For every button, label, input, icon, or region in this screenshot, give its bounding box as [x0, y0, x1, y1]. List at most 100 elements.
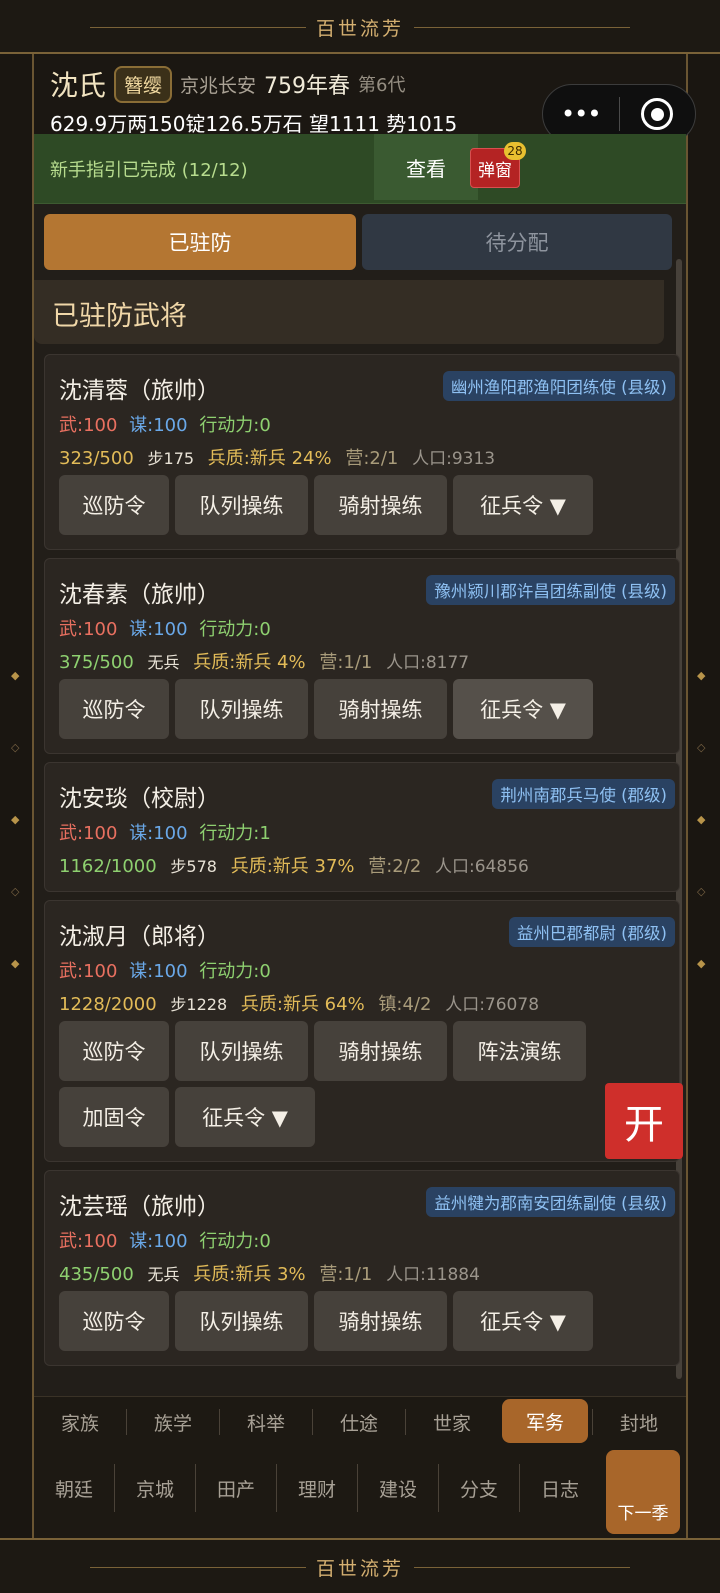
general-stats: 武:100 谋:100 行动力:1	[59, 819, 271, 845]
archery-drill-button[interactable]: 骑射操练	[314, 1021, 447, 1081]
next-season-button[interactable]: 下一季	[606, 1450, 680, 1534]
nav-court[interactable]: 朝廷	[34, 1466, 114, 1510]
general-stats: 武:100 谋:100 行动力:0	[59, 957, 271, 983]
nav-military[interactable]: 军务	[502, 1399, 588, 1443]
close-target-icon[interactable]	[620, 98, 696, 130]
strategy-stat: 谋:100	[129, 823, 188, 844]
rank-badge[interactable]: 簪缨	[114, 65, 173, 103]
title-rule-right	[414, 1567, 631, 1568]
general-name: 沈春素（旅帅）	[59, 582, 220, 608]
general-name: 沈安琰（校尉）	[59, 786, 220, 812]
nav-noble-houses[interactable]: 世家	[406, 1403, 498, 1441]
bottom-title-bar: 百世流芳	[0, 1538, 720, 1593]
title-rule-left	[90, 1567, 306, 1568]
patrol-order-button[interactable]: 巡防令	[59, 475, 169, 535]
troop-quality: 兵质:新兵 64%	[240, 994, 365, 1015]
martial-stat: 武:100	[59, 1231, 118, 1252]
nav-clan-school[interactable]: 族学	[127, 1403, 219, 1441]
archery-drill-button[interactable]: 骑射操练	[314, 1291, 447, 1351]
more-icon[interactable]: •••	[543, 100, 619, 128]
formation-drill-button[interactable]: 队列操练	[175, 1291, 308, 1351]
patrol-order-button[interactable]: 巡防令	[59, 1291, 169, 1351]
camp-count: 镇:4/2	[378, 994, 432, 1015]
soldier-type: 步1228	[170, 995, 228, 1014]
generation: 第6代	[358, 75, 406, 96]
troop-info: 375/500 无兵 兵质:新兵 4% 营:1/1 人口:8177	[59, 648, 469, 674]
strategy-stat: 谋:100	[129, 619, 188, 640]
tab-pending[interactable]: 待分配	[362, 214, 672, 270]
open-fab-button[interactable]: 开	[605, 1083, 683, 1159]
soldier-type: 步578	[170, 857, 217, 876]
section-header: 已驻防武将	[34, 280, 664, 344]
nav-row-secondary: 朝廷 京城 田产 理财 建设 分支 日志 下一季	[34, 1446, 686, 1538]
formation-drill-button[interactable]: 队列操练	[175, 1021, 308, 1081]
nav-capital[interactable]: 京城	[115, 1466, 195, 1510]
nav-estates[interactable]: 田产	[196, 1466, 276, 1510]
nav-fief[interactable]: 封地	[593, 1403, 685, 1441]
action-points: 行动力:0	[199, 1231, 271, 1252]
general-stats: 武:100 谋:100 行动力:0	[59, 1227, 271, 1253]
formation-drill-button[interactable]: 队列操练	[175, 679, 308, 739]
right-ornament: ◆ ◇ ◆ ◇ ◆	[697, 669, 706, 970]
archery-drill-button[interactable]: 骑射操练	[314, 679, 447, 739]
patrol-order-button[interactable]: 巡防令	[59, 1021, 169, 1081]
troop-count: 1162/1000	[59, 856, 157, 877]
resources-line: 629.9万两150锭126.5万石 望1111 势1015	[50, 112, 458, 136]
conscription-dropdown[interactable]: 征兵令 ▼	[453, 1291, 593, 1351]
action-points: 行动力:1	[199, 823, 271, 844]
view-button[interactable]: 查看	[374, 134, 478, 200]
camp-count: 营:1/1	[319, 1264, 373, 1285]
general-card: 沈安琰（校尉） 荆州南郡兵马使 (郡级) 武:100 谋:100 行动力:1 1…	[44, 762, 680, 892]
conscription-dropdown[interactable]: 征兵令 ▼	[175, 1087, 315, 1147]
nav-finance[interactable]: 理财	[277, 1466, 357, 1510]
martial-stat: 武:100	[59, 415, 118, 436]
strategy-stat: 谋:100	[129, 415, 188, 436]
soldier-type: 无兵	[147, 653, 180, 672]
population: 人口:76078	[445, 995, 540, 1015]
troop-count: 323/500	[59, 448, 134, 469]
troop-info: 323/500 步175 兵质:新兵 24% 营:2/1 人口:9313	[59, 444, 495, 470]
section-title: 已驻防武将	[52, 301, 187, 332]
general-stats: 武:100 谋:100 行动力:0	[59, 411, 271, 437]
nav-construction[interactable]: 建设	[358, 1466, 438, 1510]
tab-stationed[interactable]: 已驻防	[44, 214, 356, 270]
conscription-dropdown[interactable]: 征兵令 ▼	[453, 475, 593, 535]
general-name: 沈清蓉（旅帅）	[59, 378, 220, 404]
troop-info: 1162/1000 步578 兵质:新兵 37% 营:2/2 人口:64856	[59, 852, 529, 878]
general-card: 沈春素（旅帅） 豫州颍川郡许昌团练副使 (县级) 武:100 谋:100 行动力…	[44, 558, 680, 754]
nav-career[interactable]: 仕途	[313, 1403, 405, 1441]
action-points: 行动力:0	[199, 961, 271, 982]
conscription-dropdown[interactable]: 征兵令 ▼	[453, 679, 593, 739]
official-title: 豫州颍川郡许昌团练副使 (县级)	[426, 575, 675, 605]
population: 人口:11884	[386, 1265, 480, 1285]
troop-quality: 兵质:新兵 4%	[193, 652, 306, 673]
troop-count: 1228/2000	[59, 994, 157, 1015]
official-title: 益州巴郡都尉 (郡级)	[508, 917, 675, 947]
camp-count: 营:2/2	[368, 856, 422, 877]
martial-stat: 武:100	[59, 619, 118, 640]
app-title-bottom: 百世流芳	[316, 1558, 405, 1580]
troop-count: 375/500	[59, 652, 134, 673]
official-title: 幽州渔阳郡渔阳团练使 (县级)	[442, 371, 675, 401]
troop-quality: 兵质:新兵 24%	[207, 448, 332, 469]
nav-exam[interactable]: 科举	[220, 1403, 312, 1441]
strategy-stat: 谋:100	[129, 961, 188, 982]
nav-branches[interactable]: 分支	[439, 1466, 519, 1510]
official-title: 荆州南郡兵马使 (郡级)	[492, 779, 675, 809]
troop-quality: 兵质:新兵 37%	[230, 856, 355, 877]
fortify-order-button[interactable]: 加固令	[59, 1087, 169, 1147]
general-name: 沈淑月（郎将）	[59, 924, 220, 950]
nav-family[interactable]: 家族	[34, 1403, 126, 1441]
family-name: 沈氏	[50, 69, 107, 102]
strategy-stat: 谋:100	[129, 1231, 188, 1252]
martial-stat: 武:100	[59, 961, 118, 982]
camp-count: 营:1/1	[319, 652, 373, 673]
location: 京兆长安	[180, 74, 257, 97]
soldier-type: 步175	[147, 449, 195, 468]
archery-drill-button[interactable]: 骑射操练	[314, 475, 447, 535]
population: 人口:9313	[412, 449, 496, 469]
formation-practice-button[interactable]: 阵法演练	[453, 1021, 586, 1081]
formation-drill-button[interactable]: 队列操练	[175, 475, 308, 535]
nav-log[interactable]: 日志	[520, 1466, 600, 1510]
patrol-order-button[interactable]: 巡防令	[59, 679, 169, 739]
